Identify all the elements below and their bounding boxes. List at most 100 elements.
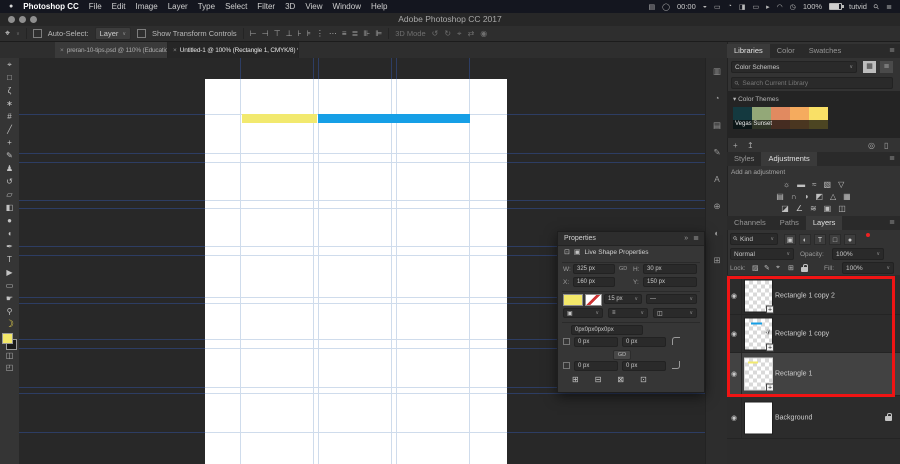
x-input[interactable]: 160 px xyxy=(573,277,615,287)
properties-header[interactable]: Properties » ≣ xyxy=(558,232,704,246)
height-input[interactable]: 30 px xyxy=(643,264,697,274)
item[interactable]: ⇄ xyxy=(468,29,475,39)
item[interactable]: ◪ xyxy=(781,203,789,215)
item[interactable]: ✎ xyxy=(706,139,728,166)
pen-tool-icon[interactable]: ✒ xyxy=(0,240,19,253)
stroke-align-dropdown[interactable]: ▣ xyxy=(563,308,603,318)
item[interactable]: ◫ xyxy=(838,203,846,215)
item[interactable]: ● xyxy=(844,234,856,245)
item[interactable]: ↺ xyxy=(432,29,439,39)
lock-transparent-icon[interactable]: ▨ xyxy=(752,264,759,272)
time-machine-icon[interactable]: ◷ xyxy=(790,3,796,11)
record-circle-icon[interactable]: ◯ xyxy=(662,3,670,11)
display-icon[interactable]: ▭ xyxy=(714,3,721,11)
close-tab-icon[interactable]: × xyxy=(173,47,177,54)
item[interactable]: ≣ xyxy=(352,29,359,38)
item[interactable]: ⊣ xyxy=(262,29,269,38)
stroke-corners-dropdown[interactable]: ◫ xyxy=(653,308,697,318)
item[interactable]: □ xyxy=(829,234,841,245)
auto-select-checkbox[interactable] xyxy=(32,29,42,38)
item[interactable]: ⋮ xyxy=(316,29,324,38)
lock-paint-icon[interactable]: ✎ xyxy=(764,264,770,272)
item[interactable]: Help xyxy=(371,2,387,11)
stroke-width-dropdown[interactable]: 15 px xyxy=(604,294,642,304)
gradient-tool-icon[interactable]: ◧ xyxy=(0,201,19,214)
blend-mode-dropdown[interactable]: Normal xyxy=(730,248,794,260)
item[interactable]: ⊞ xyxy=(572,375,579,384)
visibility-eye-icon[interactable]: ◉ xyxy=(731,370,737,378)
library-select-dropdown[interactable]: Color Schemes xyxy=(731,61,857,73)
battery-icon[interactable] xyxy=(829,3,845,10)
healing-brush-tool-icon[interactable]: + xyxy=(0,136,19,149)
zoom-tool-icon[interactable]: ⚲ xyxy=(0,305,19,318)
radius-summary-input[interactable]: 0px0px0px0px xyxy=(571,325,643,335)
collapse-panel-icon[interactable]: » xyxy=(684,232,688,245)
panel-menu-icon[interactable]: ≣ xyxy=(889,44,900,58)
item[interactable]: Layer xyxy=(168,2,188,11)
item[interactable]: Image xyxy=(135,2,157,11)
item[interactable]: ⊦ xyxy=(298,29,302,38)
magic-wand-tool-icon[interactable]: ∗ xyxy=(0,97,19,110)
document-canvas[interactable] xyxy=(205,79,507,464)
move-tool-icon[interactable]: ⌖ xyxy=(0,58,19,71)
blur-tool-icon[interactable]: ● xyxy=(0,214,19,227)
tab-styles[interactable]: Styles xyxy=(727,152,761,166)
item[interactable]: ◐ xyxy=(799,234,811,245)
sync-icon[interactable]: ◎ xyxy=(868,141,875,150)
radius-bl-input[interactable]: 0 px xyxy=(574,361,618,371)
link-corners-chip[interactable]: GD xyxy=(613,350,631,360)
item[interactable]: 3D xyxy=(285,2,295,11)
layer-row-rectangle-1-copy-2[interactable]: ◉ + Rectangle 1 copy 2 xyxy=(727,277,900,315)
upload-icon[interactable]: ↥ xyxy=(747,141,754,150)
item[interactable]: T xyxy=(814,234,826,245)
opacity-dropdown[interactable]: 100% xyxy=(832,248,884,260)
item[interactable]: ▦ xyxy=(843,191,851,203)
corner-checkbox[interactable] xyxy=(563,362,570,369)
dock-icon[interactable]: ◨ xyxy=(739,3,746,11)
item[interactable]: ⊡ xyxy=(640,375,647,384)
visibility-eye-icon[interactable]: ◉ xyxy=(731,414,737,422)
panel-menu-icon[interactable]: ≣ xyxy=(889,152,900,166)
stroke-style-dropdown[interactable]: — xyxy=(646,294,697,304)
item[interactable]: ⊢ xyxy=(250,29,257,38)
tab-color[interactable]: Color xyxy=(770,44,802,58)
item[interactable]: ⊠ xyxy=(617,375,624,384)
item[interactable]: ▽ xyxy=(838,179,844,191)
item[interactable]: ◉ xyxy=(480,29,487,39)
foreground-color-swatch[interactable] xyxy=(2,333,13,344)
item[interactable]: Select xyxy=(225,2,247,11)
visibility-eye-icon[interactable]: ◉ xyxy=(731,330,737,338)
item[interactable]: Edit xyxy=(112,2,126,11)
list-view-icon[interactable]: ≣ xyxy=(880,61,893,73)
library-search-input[interactable]: ⚲ Search Current Library xyxy=(731,77,893,89)
menu-app-name[interactable]: Photoshop CC xyxy=(23,2,79,11)
item[interactable]: ◔ xyxy=(706,85,728,112)
width-input[interactable]: 325 px xyxy=(573,264,615,274)
monitor-icon[interactable]: ▭ xyxy=(753,3,760,11)
tab-libraries[interactable]: Libraries xyxy=(727,44,770,58)
layer-thumbnail[interactable] xyxy=(744,401,773,435)
eyedropper-tool-icon[interactable]: ╱ xyxy=(0,123,19,136)
auto-select-target-dropdown[interactable]: Layer xyxy=(94,27,132,40)
tab-channels[interactable]: Channels xyxy=(727,216,773,230)
path-select-tool-icon[interactable]: ▶ xyxy=(0,266,19,279)
edit-toolbar-icon[interactable]: ☽ xyxy=(5,318,14,331)
item[interactable]: Filter xyxy=(257,2,275,11)
layer-name[interactable]: Rectangle 1 copy 2 xyxy=(775,292,835,299)
lasso-tool-icon[interactable]: ζ xyxy=(0,84,19,97)
item[interactable]: ≋ xyxy=(810,203,817,215)
item[interactable]: ▤ xyxy=(706,112,728,139)
apple-icon[interactable]: ● xyxy=(9,3,13,10)
tab-layers[interactable]: Layers xyxy=(805,216,843,230)
layer-row-rectangle-1-copy[interactable]: ◉ + Rectangle 1 copy xyxy=(727,315,900,353)
item[interactable]: ◑ xyxy=(804,191,809,203)
item[interactable]: Window xyxy=(333,2,361,11)
layer-thumbnail[interactable]: + xyxy=(744,279,774,313)
brush-tool-icon[interactable]: ✎ xyxy=(0,149,19,162)
item[interactable]: Type xyxy=(198,2,215,11)
radius-tr-input[interactable]: 0 px xyxy=(622,337,666,347)
layer-filter-dropdown[interactable]: ⚲ Kind xyxy=(730,233,778,245)
hand-tool-icon[interactable]: ☛ xyxy=(0,292,19,305)
layer-row-background[interactable]: ◉ Background xyxy=(727,398,900,439)
item[interactable]: ≈ xyxy=(812,179,816,191)
